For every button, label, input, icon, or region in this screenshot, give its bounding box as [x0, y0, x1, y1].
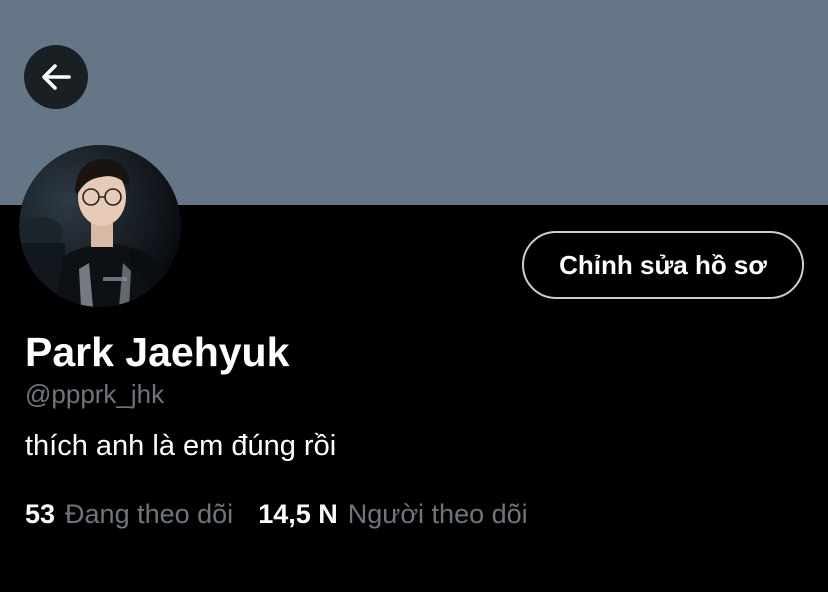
profile-page: Chỉnh sửa hồ sơ Park Jaehyuk @ppprk_jhk …	[0, 0, 828, 592]
followers-stat-link[interactable]: 14,5 N Người theo dõi	[258, 496, 527, 532]
profile-stats: 53 Đang theo dõi 14,5 N Người theo dõi	[25, 496, 528, 532]
back-button[interactable]	[24, 45, 88, 109]
edit-profile-label: Chỉnh sửa hồ sơ	[559, 249, 767, 280]
profile-bio: thích anh là em đúng rồi	[25, 430, 337, 462]
arrow-left-icon	[39, 60, 73, 94]
edit-profile-button[interactable]: Chỉnh sửa hồ sơ	[522, 231, 804, 299]
profile-handle: @ppprk_jhk	[25, 379, 165, 409]
following-count: 53	[25, 499, 56, 529]
avatar-photo	[19, 145, 181, 307]
profile-display-name: Park Jaehyuk	[25, 329, 290, 375]
avatar[interactable]	[19, 145, 181, 307]
followers-count: 14,5 N	[258, 499, 338, 529]
following-label: Đang theo dõi	[65, 499, 234, 529]
followers-label: Người theo dõi	[347, 499, 528, 529]
following-stat-link[interactable]: 53 Đang theo dõi	[25, 496, 233, 532]
